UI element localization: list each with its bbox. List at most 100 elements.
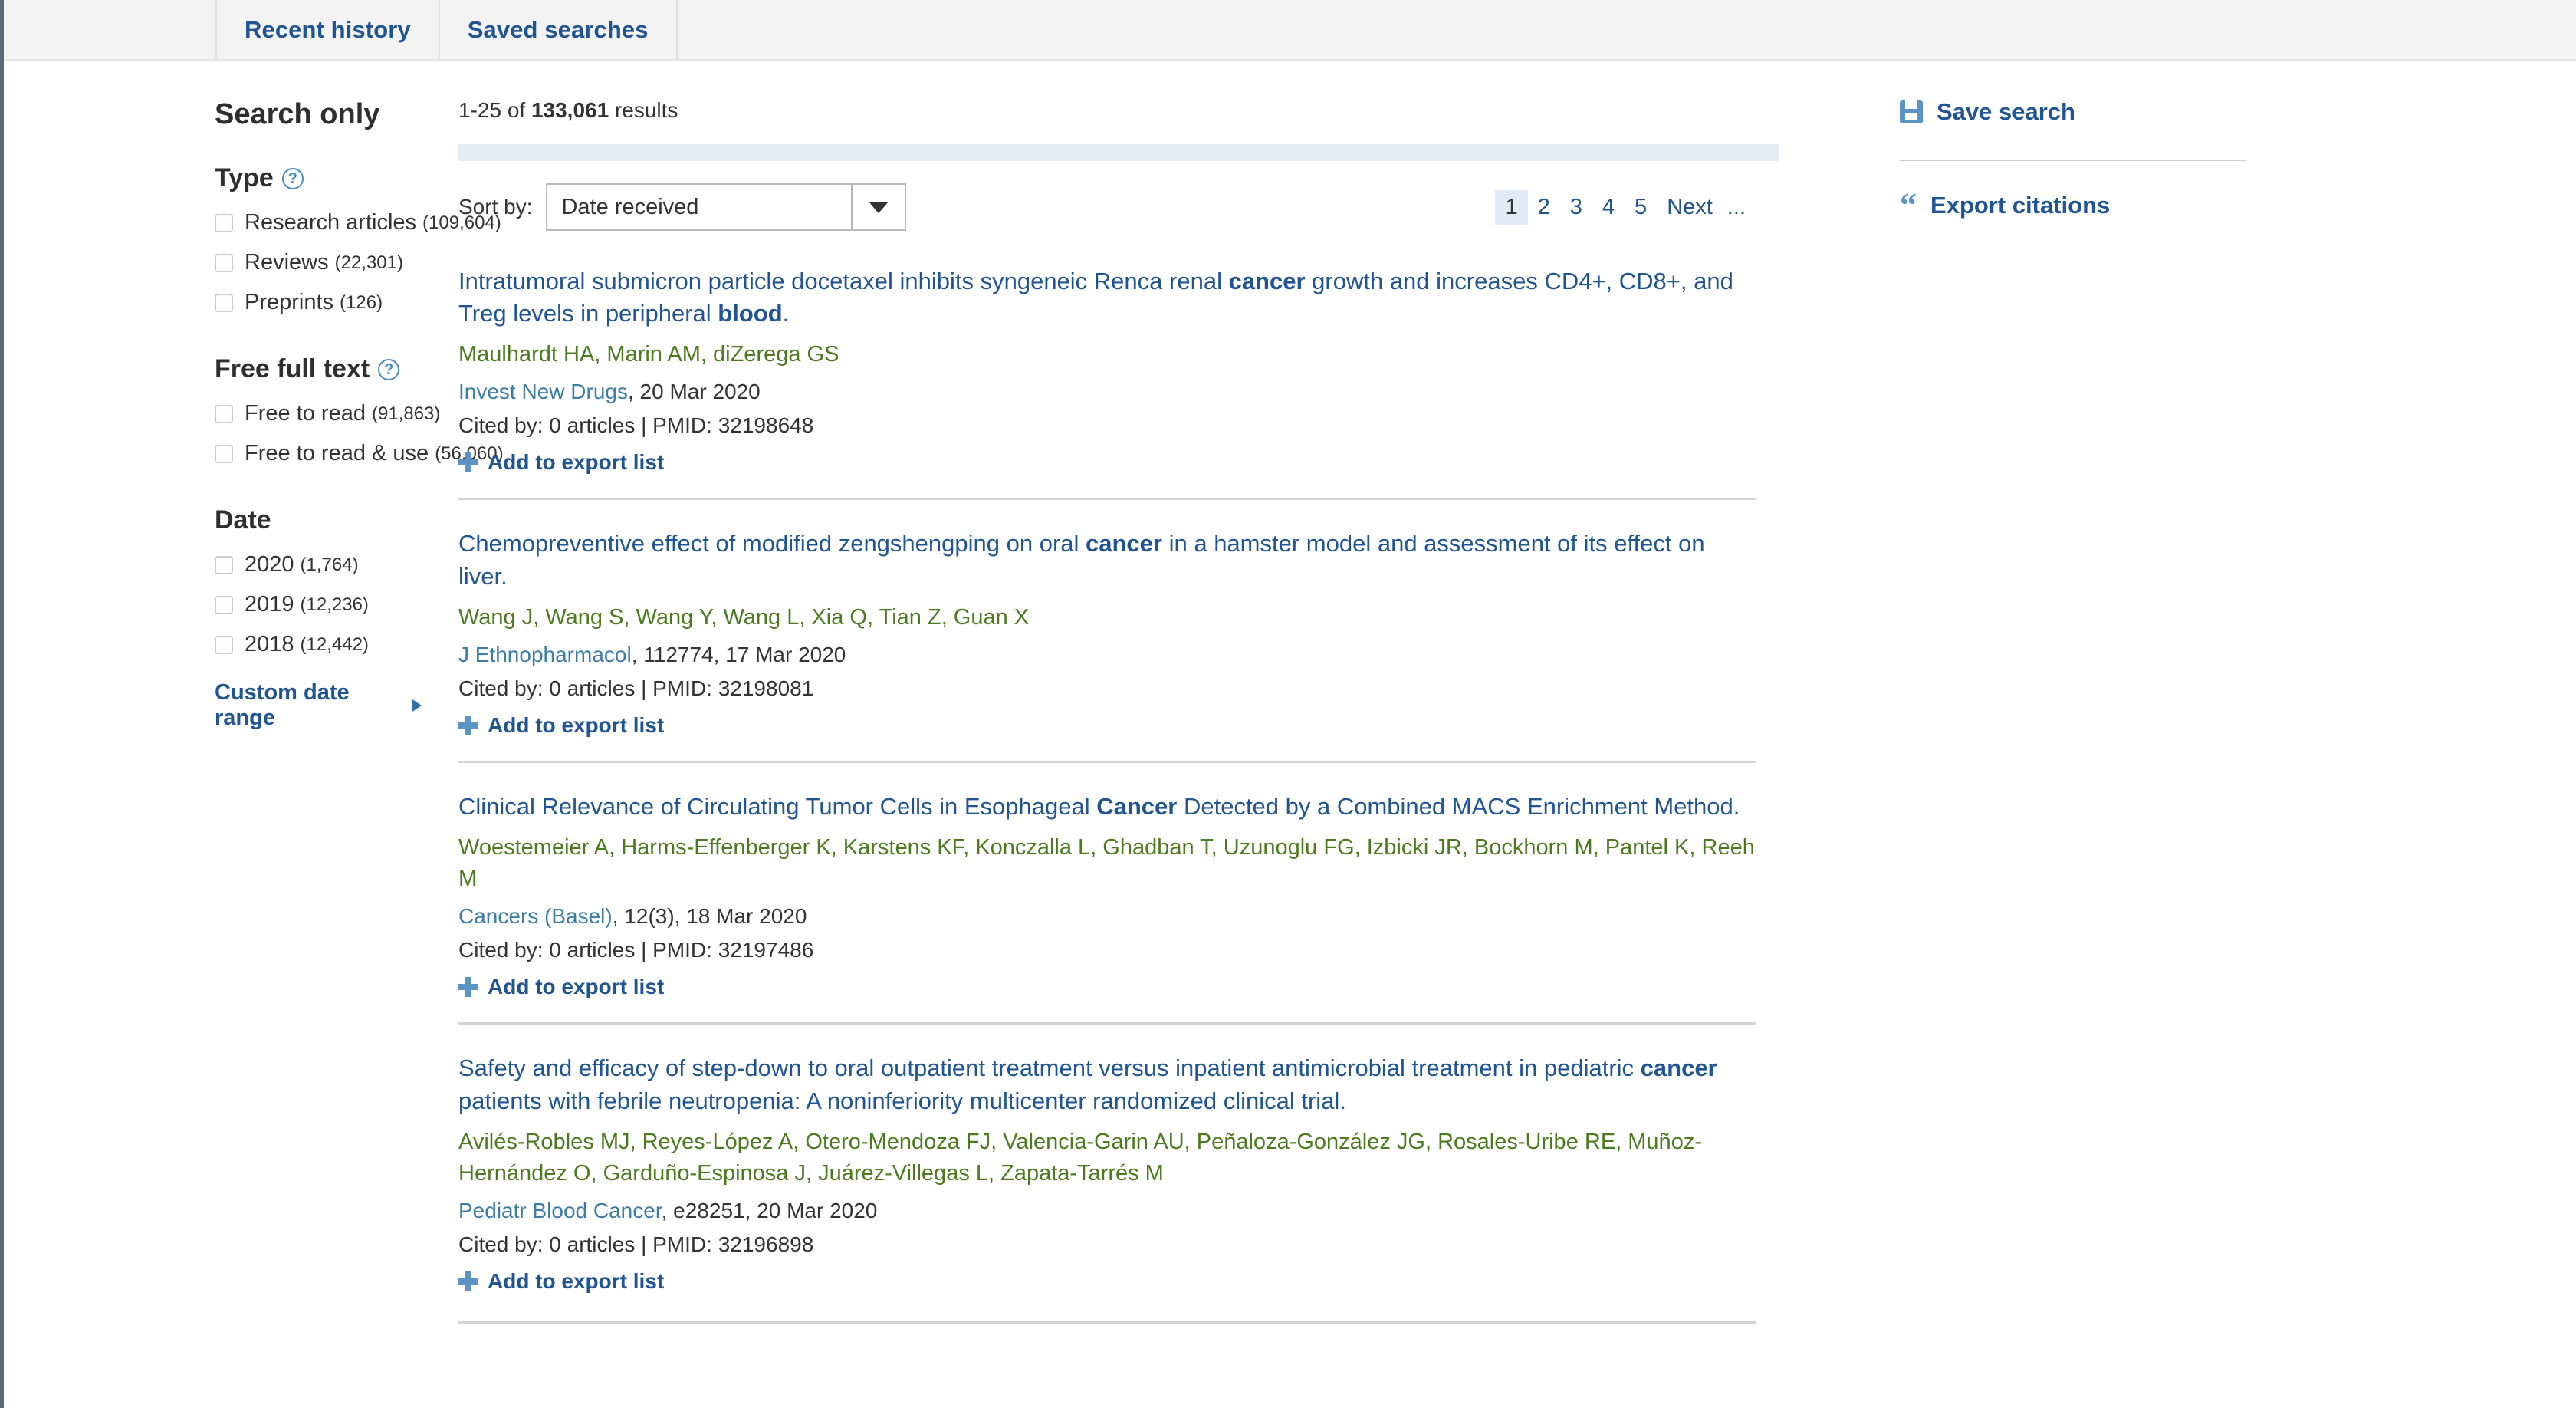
- add-to-export-list-button[interactable]: Add to export list: [458, 713, 1756, 738]
- result-journal-link[interactable]: Invest New Drugs: [458, 380, 628, 403]
- sort-select-value[interactable]: Date received: [546, 183, 853, 231]
- facet-option-label: 2020: [245, 552, 294, 577]
- filters-sidebar: Search only Type ? Research articles (10…: [4, 98, 504, 1324]
- facet-free-full-text: Free full text ? Free to read (91,863) F…: [215, 354, 504, 466]
- facet-option-2019[interactable]: 2019 (12,236): [215, 592, 422, 617]
- result-title-highlight: cancer: [1228, 268, 1306, 294]
- chevron-right-icon: [412, 699, 422, 712]
- result-journal-link[interactable]: Cancers (Basel): [458, 904, 613, 928]
- facet-option-research-articles[interactable]: Research articles (109,604): [215, 210, 501, 235]
- result-title-part: Safety and efficacy of step-down to oral…: [458, 1054, 1641, 1082]
- result-journal-link[interactable]: Pediatr Blood Cancer: [458, 1199, 662, 1222]
- save-search-button[interactable]: Save search: [1900, 98, 2545, 126]
- result-authors[interactable]: Wang J, Wang S, Wang Y, Wang L, Xia Q, T…: [458, 602, 1756, 633]
- checkbox-2019[interactable]: [215, 595, 233, 614]
- result-title-part: .: [1733, 792, 1740, 820]
- facet-option-free-to-read-and-use[interactable]: Free to read & use (56,060): [215, 441, 504, 466]
- result-title-part: Clinical Relevance of Circulating Tumor …: [458, 792, 1097, 820]
- facet-type: Type ? Research articles (109,604) Revie…: [215, 163, 501, 315]
- result-citation-info: Cited by: 0 articles | PMID: 32198648: [458, 413, 814, 438]
- result-title-highlight: cancer: [1086, 530, 1162, 558]
- tab-saved-searches[interactable]: Saved searches: [440, 0, 678, 59]
- result-item: Intratumoral submicron particle docetaxe…: [458, 265, 1756, 498]
- result-source: Cancers (Basel), 12(3), 18 Mar 2020: [458, 904, 1756, 929]
- pagination-more[interactable]: ...: [1723, 190, 1756, 225]
- facet-option-label: 2019: [245, 592, 294, 617]
- facet-date-title: Date: [215, 505, 422, 535]
- facet-option-reviews[interactable]: Reviews (22,301): [215, 250, 422, 275]
- result-item: Safety and efficacy of step-down to oral…: [458, 1022, 1756, 1317]
- facet-option-label: 2018: [245, 632, 294, 656]
- result-title-part: Detected by a Combined MACS Enrichment M…: [1177, 792, 1733, 820]
- add-to-export-list-button[interactable]: Add to export list: [458, 1269, 1756, 1294]
- tab-recent-history-label: Recent history: [245, 15, 411, 43]
- result-title-link[interactable]: Intratumoral submicron particle docetaxe…: [458, 265, 1756, 330]
- result-item: Clinical Relevance of Circulating Tumor …: [458, 760, 1756, 1023]
- tab-recent-history[interactable]: Recent history: [217, 0, 440, 59]
- result-title-link[interactable]: Safety and efficacy of step-down to oral…: [458, 1052, 1756, 1117]
- results-column: 1-25 of 133,061 results Sort by: Date re…: [422, 98, 1779, 1324]
- export-citations-button[interactable]: “ Export citations: [1900, 186, 2545, 224]
- add-to-export-list-button[interactable]: Add to export list: [458, 975, 1756, 999]
- checkbox-2018[interactable]: [215, 635, 233, 654]
- facet-option-preprints[interactable]: Preprints (126): [215, 290, 422, 315]
- chevron-down-icon: [869, 201, 889, 213]
- tab-saved-searches-label: Saved searches: [467, 15, 649, 43]
- facet-option-count: (126): [340, 291, 383, 313]
- export-citations-label: Export citations: [1930, 192, 2111, 219]
- pagination-page-2[interactable]: 2: [1528, 190, 1560, 225]
- result-authors[interactable]: Maulhardt HA, Marin AM, diZerega GS: [458, 339, 1756, 370]
- result-citation-info: Cited by: 0 articles | PMID: 32196898: [458, 1232, 814, 1257]
- checkbox-reviews[interactable]: [215, 253, 233, 272]
- result-title-highlight: cancer: [1640, 1054, 1717, 1082]
- pagination-page-4[interactable]: 4: [1592, 190, 1625, 225]
- add-to-export-list-label: Add to export list: [488, 1269, 665, 1294]
- results-count-prefix: 1-25 of: [458, 98, 531, 122]
- pagination-page-3[interactable]: 3: [1560, 190, 1592, 225]
- facet-type-label: Type: [215, 163, 274, 192]
- facet-option-2018[interactable]: 2018 (12,442): [215, 632, 422, 657]
- plus-icon: [458, 977, 478, 998]
- add-to-export-list-label: Add to export list: [488, 450, 665, 475]
- result-journal-link[interactable]: J Ethnopharmacol: [458, 643, 632, 666]
- result-authors[interactable]: Avilés-Robles MJ, Reyes-López A, Otero-M…: [458, 1127, 1756, 1189]
- result-title-highlight: blood: [718, 300, 783, 327]
- checkbox-free-to-read[interactable]: [215, 404, 233, 423]
- result-authors[interactable]: Woestemeier A, Harms-Effenberger K, Kars…: [458, 832, 1756, 895]
- checkbox-2020[interactable]: [215, 555, 233, 574]
- facet-option-free-to-read[interactable]: Free to read (91,863): [215, 401, 440, 426]
- checkbox-research-articles[interactable]: [215, 213, 233, 232]
- facet-option-count: (1,764): [300, 554, 359, 575]
- save-search-label: Save search: [1937, 98, 2075, 125]
- results-count-total: 133,061: [531, 98, 610, 122]
- result-title-link[interactable]: Clinical Relevance of Circulating Tumor …: [458, 791, 1756, 823]
- facet-option-label: Free to read & use: [245, 441, 429, 465]
- facet-option-count: (12,236): [300, 594, 369, 615]
- quote-icon: “: [1900, 186, 1917, 224]
- pagination-page-5[interactable]: 5: [1625, 190, 1657, 225]
- help-icon[interactable]: ?: [378, 358, 400, 380]
- sort-select-arrow-button[interactable]: [853, 183, 907, 231]
- pagination: 1 2 3 4 5 Next ...: [1495, 189, 1756, 225]
- add-to-export-list-button[interactable]: Add to export list: [458, 450, 1756, 475]
- sort-select[interactable]: Date received: [546, 183, 907, 231]
- facet-option-2020[interactable]: 2020 (1,764): [215, 552, 422, 577]
- custom-date-range-toggle[interactable]: Custom date range: [215, 680, 422, 731]
- checkbox-preprints[interactable]: [215, 293, 233, 312]
- results-count: 1-25 of 133,061 results: [458, 98, 1756, 123]
- result-citation-info: Cited by: 0 articles | PMID: 32197486: [458, 938, 814, 962]
- result-title-part: .: [782, 300, 790, 327]
- custom-date-range-label: Custom date range: [215, 680, 350, 730]
- pagination-next[interactable]: Next: [1657, 190, 1723, 225]
- results-count-suffix: results: [609, 98, 678, 122]
- result-source: Invest New Drugs, 20 Mar 2020: [458, 380, 1756, 404]
- pagination-page-1[interactable]: 1: [1495, 189, 1528, 225]
- facet-gap: [215, 481, 422, 505]
- help-icon[interactable]: ?: [281, 167, 304, 189]
- result-title-link[interactable]: Chemopreventive effect of modified zengs…: [458, 528, 1756, 592]
- result-source-rest: , 20 Mar 2020: [627, 380, 761, 404]
- facet-option-count: (12,442): [300, 633, 369, 655]
- checkbox-free-to-read-and-use[interactable]: [215, 444, 233, 463]
- tab-bar-right-spacer: [678, 0, 2576, 59]
- result-source: Pediatr Blood Cancer, e28251, 20 Mar 202…: [458, 1199, 1756, 1223]
